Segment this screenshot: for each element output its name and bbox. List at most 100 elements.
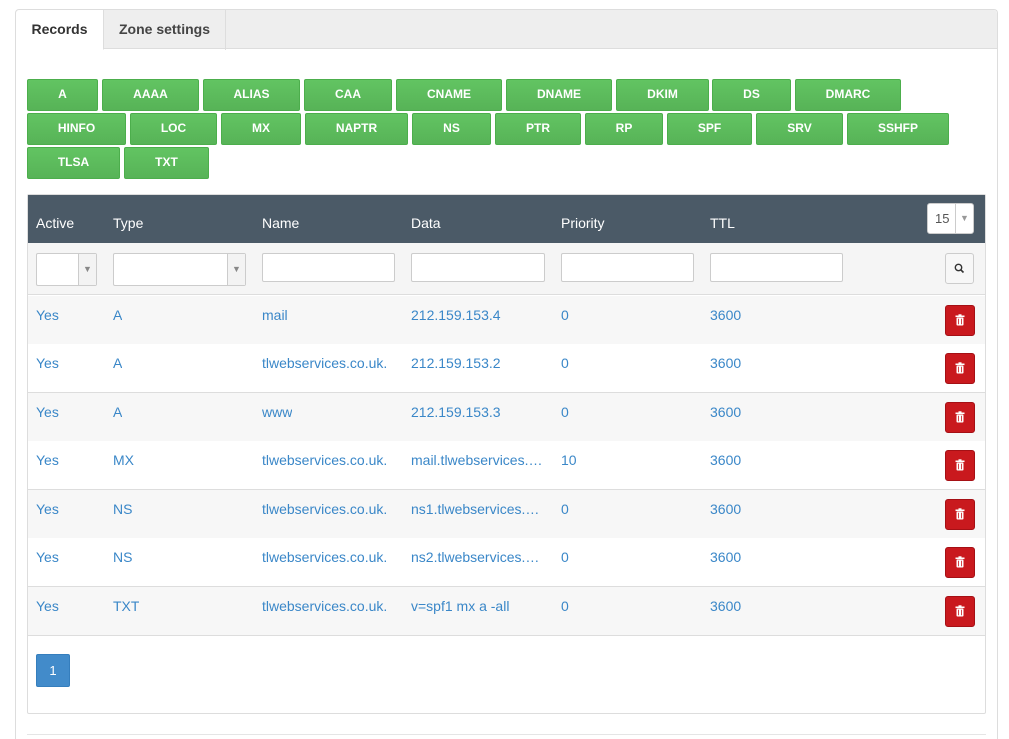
cell-priority[interactable]: 0 (561, 549, 569, 565)
delete-record-button[interactable] (945, 450, 975, 481)
trash-icon (955, 556, 965, 568)
column-header-type[interactable]: Type (113, 195, 143, 243)
search-button[interactable] (945, 253, 974, 284)
column-header-active[interactable]: Active (36, 195, 74, 243)
delete-record-button[interactable] (945, 402, 975, 433)
filter-type-select[interactable]: ▼ (113, 253, 246, 286)
cell-priority[interactable]: 0 (561, 307, 569, 323)
filter-active-select[interactable]: ▼ (36, 253, 97, 286)
column-header-data[interactable]: Data (411, 195, 441, 243)
add-record-tlsa-button[interactable]: TLSA (27, 147, 120, 179)
table-row[interactable]: Yes Atlwebservices.co.uk. 212.159.153.2 0 36… (28, 344, 985, 393)
add-record-hinfo-button[interactable]: HINFO (27, 113, 126, 145)
add-record-loc-button[interactable]: LOC (130, 113, 217, 145)
cell-data[interactable]: ns1.tlwebservices.co.uk. (411, 501, 546, 517)
add-record-naptr-button[interactable]: NAPTR (305, 113, 408, 145)
add-record-srv-button[interactable]: SRV (756, 113, 843, 145)
delete-record-button[interactable] (945, 499, 975, 530)
table-row[interactable]: Yes NS tlwebservices.co.uk. ns1.tlwebservic… (28, 490, 985, 539)
add-record-ds-button[interactable]: DS (712, 79, 791, 111)
cell-priority[interactable]: 0 (561, 598, 569, 614)
column-header-priority[interactable]: Priority (561, 195, 605, 243)
cell-ttl[interactable]: 3600 (710, 307, 741, 323)
cell-data[interactable]: 212.159.153.3 (411, 404, 501, 420)
tab-records[interactable]: Records (16, 10, 104, 50)
delete-record-button[interactable] (945, 596, 975, 627)
cell-type[interactable]: TXT (113, 598, 139, 614)
delete-record-button[interactable] (945, 353, 975, 384)
table-row[interactable]: Yes Amail 212.159.153.4 0 3600 (28, 296, 985, 345)
add-record-txt-button[interactable]: TXT (124, 147, 209, 179)
add-record-ptr-button[interactable]: PTR (495, 113, 581, 145)
cell-priority[interactable]: 0 (561, 501, 569, 517)
filter-ttl-input[interactable] (710, 253, 843, 282)
add-record-cname-button[interactable]: CNAME (396, 79, 502, 111)
filter-data-input[interactable] (411, 253, 545, 282)
add-record-caa-button[interactable]: CAA (304, 79, 392, 111)
add-record-mx-button[interactable]: MX (221, 113, 301, 145)
add-record-dname-button[interactable]: DNAME (506, 79, 612, 111)
cell-type[interactable]: A (113, 355, 122, 371)
cell-active[interactable]: Yes (36, 549, 59, 565)
column-header-name[interactable]: Name (262, 195, 299, 243)
add-record-dmarc-button[interactable]: DMARC (795, 79, 901, 111)
cell-name[interactable]: tlwebservices.co.uk. (262, 598, 387, 614)
cell-type[interactable]: NS (113, 549, 132, 565)
pagination-page-1[interactable]: 1 (36, 654, 70, 687)
add-record-ns-button[interactable]: NS (412, 113, 491, 145)
table-row[interactable]: Yes MX tlwebservices.co.uk. mail.tlwebservi… (28, 441, 985, 490)
cell-data[interactable]: 212.159.153.4 (411, 307, 501, 323)
cell-data[interactable]: mail.tlwebservices.co.uk. (411, 452, 546, 468)
add-record-a-button[interactable]: A (27, 79, 98, 111)
cell-type[interactable]: A (113, 307, 122, 323)
trash-icon (955, 411, 965, 423)
table-row[interactable]: Yes TXT tlwebservices.co.uk. v=spf1 mx a -a… (28, 587, 985, 636)
cell-data[interactable]: v=spf1 mx a -all (411, 598, 509, 614)
cell-name[interactable]: tlwebservices.co.uk. (262, 501, 387, 517)
cell-type[interactable]: NS (113, 501, 132, 517)
cell-active[interactable]: Yes (36, 598, 59, 614)
cell-active[interactable]: Yes (36, 404, 59, 420)
cell-type[interactable]: MX (113, 452, 134, 468)
cell-ttl[interactable]: 3600 (710, 404, 741, 420)
delete-record-button[interactable] (945, 547, 975, 578)
cell-name[interactable]: mail (262, 307, 288, 323)
cell-priority[interactable]: 0 (561, 355, 569, 371)
filter-name-input[interactable] (262, 253, 395, 282)
cell-active[interactable]: Yes (36, 307, 59, 323)
cell-active[interactable]: Yes (36, 452, 59, 468)
add-record-dkim-button[interactable]: DKIM (616, 79, 709, 111)
cell-data[interactable]: ns2.tlwebservices.co.uk. (411, 549, 546, 565)
cell-data[interactable]: 212.159.153.2 (411, 355, 501, 371)
cell-ttl[interactable]: 3600 (710, 549, 741, 565)
cell-ttl[interactable]: 3600 (710, 452, 741, 468)
cell-name[interactable]: tlwebservices.co.uk. (262, 549, 387, 565)
cell-name[interactable]: www (262, 404, 292, 420)
column-header-ttl[interactable]: TTL (710, 195, 735, 243)
tab-bar: Records Zone settings (16, 10, 997, 50)
table-row[interactable]: Yes Awww 212.159.153.3 0 3600 (28, 393, 985, 442)
cell-active[interactable]: Yes (36, 355, 59, 371)
add-record-alias-button[interactable]: ALIAS (203, 79, 300, 111)
caret-down-icon: ▼ (955, 204, 973, 233)
table-row[interactable]: Yes NS tlwebservices.co.uk. ns2.tlwebservic… (28, 538, 985, 587)
filter-row: ▼ ▼ (28, 243, 985, 295)
cell-active[interactable]: Yes (36, 501, 59, 517)
add-record-spf-button[interactable]: SPF (667, 113, 752, 145)
page-size-select[interactable]: 15 ▼ (927, 203, 974, 234)
add-record-rp-button[interactable]: RP (585, 113, 663, 145)
add-record-aaaa-button[interactable]: AAAA (102, 79, 199, 111)
cell-ttl[interactable]: 3600 (710, 598, 741, 614)
cell-ttl[interactable]: 3600 (710, 355, 741, 371)
filter-priority-input[interactable] (561, 253, 694, 282)
cell-ttl[interactable]: 3600 (710, 501, 741, 517)
cell-type[interactable]: A (113, 404, 122, 420)
cell-name[interactable]: tlwebservices.co.uk. (262, 355, 387, 371)
cell-priority[interactable]: 0 (561, 404, 569, 420)
divider (27, 734, 986, 735)
cell-name[interactable]: tlwebservices.co.uk. (262, 452, 387, 468)
add-record-sshfp-button[interactable]: SSHFP (847, 113, 949, 145)
tab-zone-settings[interactable]: Zone settings (104, 10, 226, 50)
delete-record-button[interactable] (945, 305, 975, 336)
cell-priority[interactable]: 10 (561, 452, 577, 468)
